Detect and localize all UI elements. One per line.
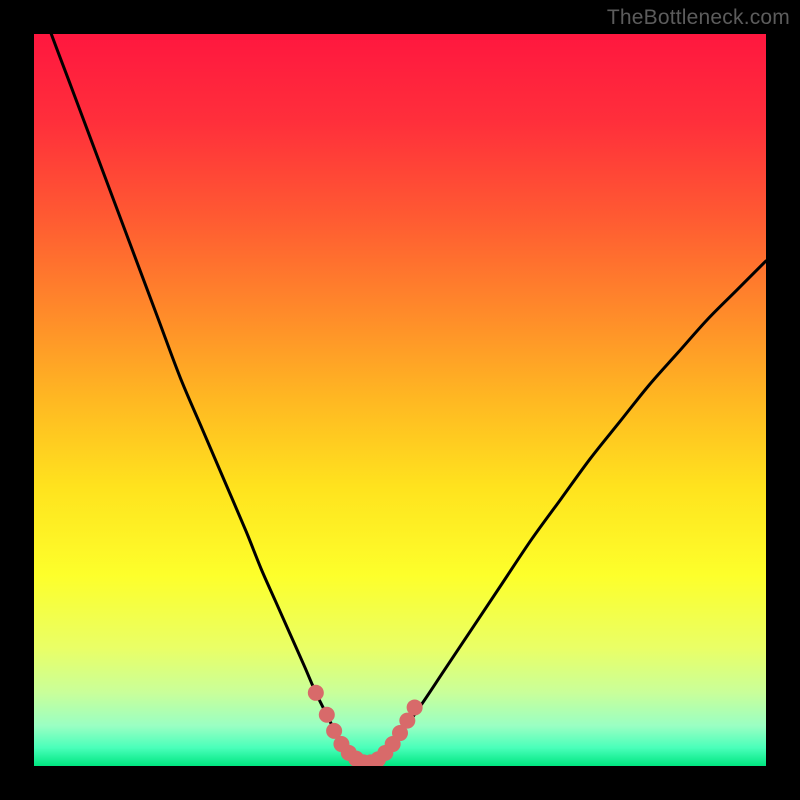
valley-dot [319, 707, 335, 723]
gradient-background [34, 34, 766, 766]
valley-dot [407, 699, 423, 715]
plot-area [34, 34, 766, 766]
valley-dot [308, 685, 324, 701]
watermark-text: TheBottleneck.com [607, 6, 790, 30]
chart-frame: TheBottleneck.com [0, 0, 800, 800]
bottleneck-chart [34, 34, 766, 766]
